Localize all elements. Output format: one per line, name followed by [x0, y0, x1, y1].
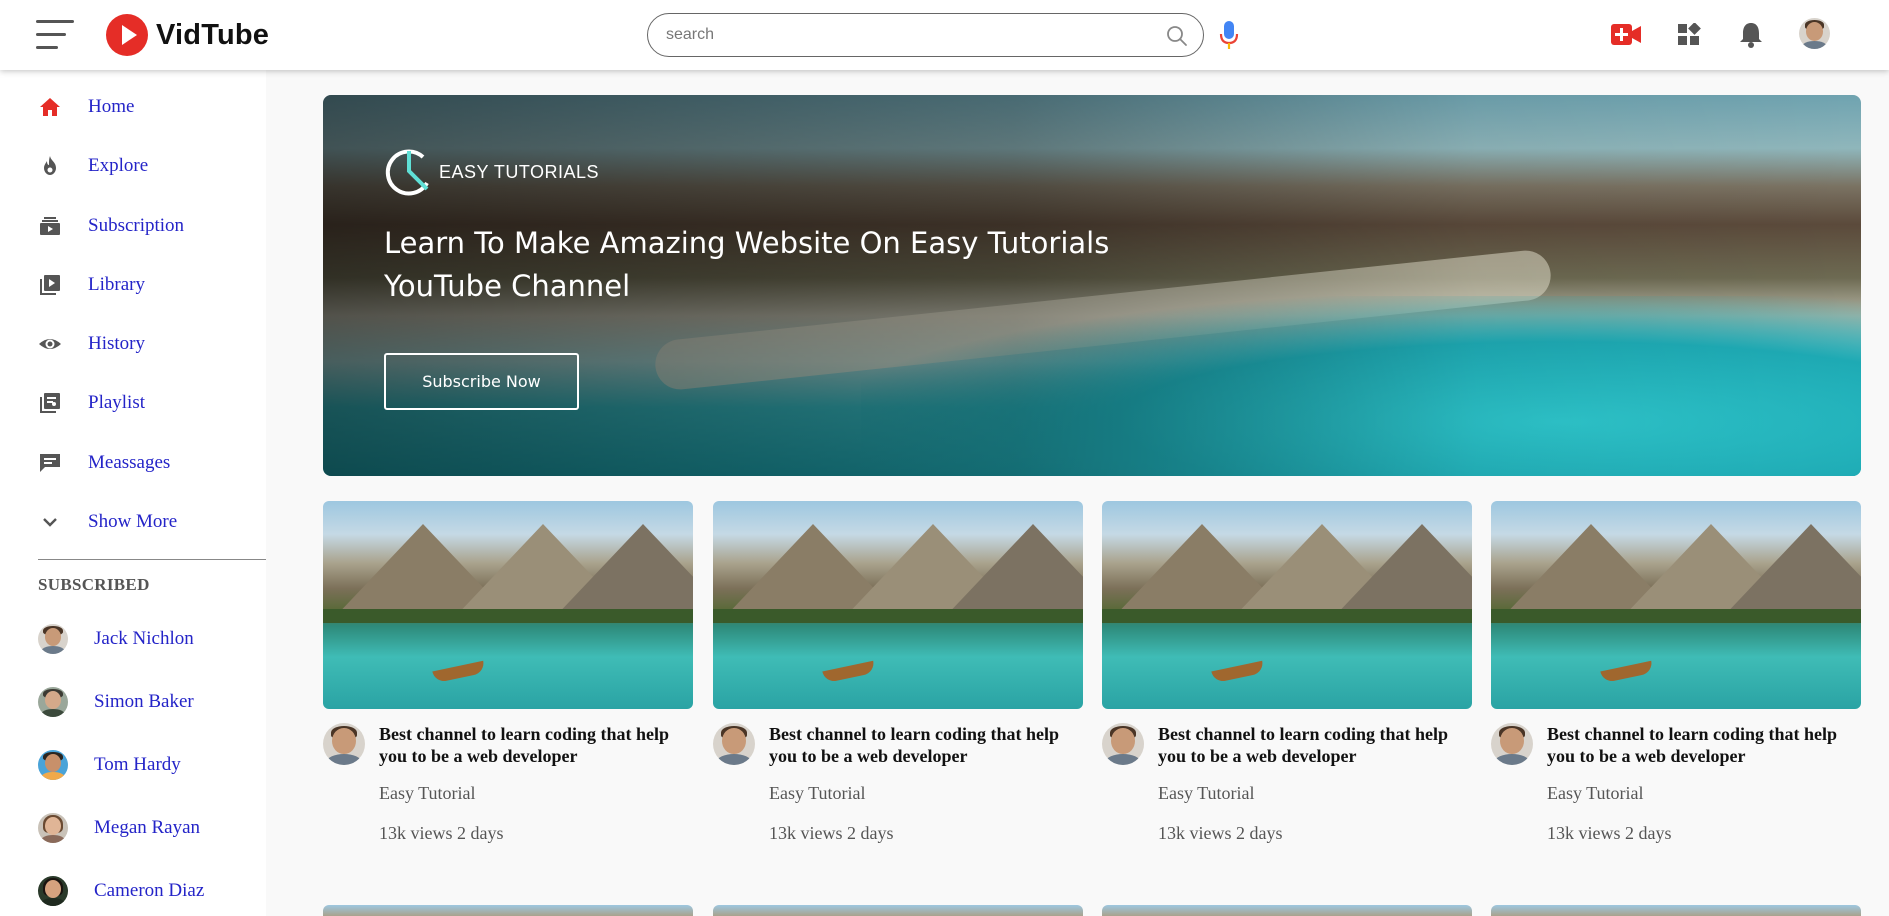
sidebar-item-label: Home — [88, 96, 135, 117]
sidebar-item-playlist[interactable]: Playlist — [38, 391, 145, 415]
channel-name: Cameron Diaz — [94, 880, 205, 901]
playlist-icon — [40, 393, 60, 413]
video-title[interactable]: Best channel to learn coding that help y… — [1547, 723, 1861, 767]
logo-text: VidTube — [156, 18, 270, 51]
video-channel-name[interactable]: Easy Tutorial — [1158, 783, 1255, 804]
sidebar-item-label: History — [88, 333, 145, 354]
fire-icon — [44, 156, 56, 175]
sidebar-item-label: Subscription — [88, 215, 185, 236]
easy-tutorials-logo-text: EASY TUTORIALS — [439, 161, 600, 182]
video-thumbnail[interactable] — [713, 501, 1083, 709]
play-logo-icon — [106, 14, 148, 56]
video-info: Best channel to learn coding that help y… — [1491, 723, 1861, 863]
sidebar-item-history[interactable]: History — [38, 332, 145, 356]
search-bar — [647, 13, 1204, 57]
sidebar-item-show-more[interactable]: Show More — [38, 510, 177, 534]
channel-name: Tom Hardy — [94, 754, 181, 775]
video-thumbnail-partial[interactable] — [713, 905, 1083, 916]
video-thumbnail[interactable] — [323, 501, 693, 709]
logo[interactable]: VidTube — [106, 14, 269, 56]
upload-video-icon[interactable] — [1611, 23, 1641, 46]
home-icon — [40, 98, 60, 116]
video-channel-name[interactable]: Easy Tutorial — [379, 783, 476, 804]
video-card[interactable]: Best channel to learn coding that help y… — [713, 501, 1083, 863]
video-meta: 13k views 2 days — [379, 823, 504, 843]
video-title[interactable]: Best channel to learn coding that help y… — [1158, 723, 1472, 767]
notification-bell-icon[interactable] — [1739, 21, 1763, 48]
sidebar-item-home[interactable]: Home — [38, 95, 134, 119]
library-icon — [40, 275, 60, 295]
subscribe-now-button[interactable]: Subscribe Now — [384, 353, 579, 410]
subscribed-channel[interactable]: Tom Hardy — [38, 750, 181, 780]
video-title[interactable]: Best channel to learn coding that help y… — [379, 723, 693, 767]
hero-banner: EASY TUTORIALS Learn To Make Amazing Web… — [323, 95, 1861, 476]
easy-tutorials-logo-icon — [385, 149, 429, 196]
sidebar-item-label: Show More — [88, 511, 178, 532]
video-channel-name[interactable]: Easy Tutorial — [769, 783, 866, 804]
video-meta: 13k views 2 days — [769, 823, 894, 843]
sidebar-item-label: Explore — [88, 155, 149, 176]
subscription-icon — [40, 217, 60, 235]
messages-icon — [40, 454, 60, 472]
video-meta: 13k views 2 days — [1547, 823, 1672, 843]
apps-grid-icon[interactable] — [1677, 23, 1701, 47]
subscribed-channel[interactable]: Megan Rayan — [38, 813, 200, 843]
video-meta: 13k views 2 days — [1158, 823, 1283, 843]
sidebar-item-explore[interactable]: Explore — [38, 154, 148, 178]
video-thumbnail[interactable] — [1102, 501, 1472, 709]
channel-avatar[interactable] — [1491, 723, 1533, 765]
sidebar-item-label: Playlist — [88, 392, 146, 413]
video-card[interactable]: Best channel to learn coding that help y… — [1102, 501, 1472, 863]
subscribed-channel[interactable]: Cameron Diaz — [38, 876, 204, 906]
sidebar: Home Explore Subscription Library Histor… — [0, 70, 266, 916]
sidebar-item-label: Meassages — [88, 452, 171, 473]
subscribed-channel[interactable]: Simon Baker — [38, 687, 194, 717]
sidebar-item-subscription[interactable]: Subscription — [38, 214, 184, 238]
video-card[interactable]: Best channel to learn coding that help y… — [323, 501, 693, 863]
video-thumbnail[interactable] — [1491, 501, 1861, 709]
microphone-icon[interactable] — [1218, 20, 1240, 50]
video-info: Best channel to learn coding that help y… — [323, 723, 693, 863]
sidebar-item-label: Library — [88, 274, 145, 295]
sidebar-item-messages[interactable]: Meassages — [38, 451, 170, 475]
top-navbar: VidTube — [0, 0, 1889, 70]
channel-avatar — [38, 750, 68, 780]
video-info: Best channel to learn coding that help y… — [1102, 723, 1472, 863]
search-icon[interactable] — [1165, 24, 1189, 48]
channel-name: Megan Rayan — [94, 817, 201, 838]
video-thumbnail-partial[interactable] — [323, 905, 693, 916]
hamburger-menu-icon[interactable] — [36, 20, 74, 50]
channel-avatar — [38, 624, 68, 654]
video-info: Best channel to learn coding that help y… — [713, 723, 1083, 863]
video-channel-name[interactable]: Easy Tutorial — [1547, 783, 1644, 804]
sidebar-item-library[interactable]: Library — [38, 273, 145, 297]
video-card[interactable]: Best channel to learn coding that help y… — [1491, 501, 1861, 863]
user-avatar[interactable] — [1799, 18, 1830, 49]
channel-avatar[interactable] — [323, 723, 365, 765]
sidebar-divider — [38, 559, 266, 560]
history-eye-icon — [39, 339, 61, 349]
video-thumbnail-partial[interactable] — [1102, 905, 1472, 916]
search-input[interactable] — [666, 22, 1136, 48]
banner-title: Learn To Make Amazing Website On Easy Tu… — [384, 226, 1110, 303]
subscribed-heading: SUBSCRIBED — [38, 575, 150, 594]
subscribed-channel[interactable]: Jack Nichlon — [38, 624, 194, 654]
video-title[interactable]: Best channel to learn coding that help y… — [769, 723, 1083, 767]
channel-avatar[interactable] — [713, 723, 755, 765]
channel-name: Jack Nichlon — [94, 628, 194, 649]
channel-name: Simon Baker — [94, 691, 194, 712]
channel-avatar — [38, 687, 68, 717]
channel-avatar[interactable] — [1102, 723, 1144, 765]
channel-avatar — [38, 876, 68, 906]
video-thumbnail-partial[interactable] — [1491, 905, 1861, 916]
channel-avatar — [38, 813, 68, 843]
chevron-down-icon — [43, 518, 57, 527]
easy-tutorials-logo: EASY TUTORIALS — [383, 145, 599, 199]
